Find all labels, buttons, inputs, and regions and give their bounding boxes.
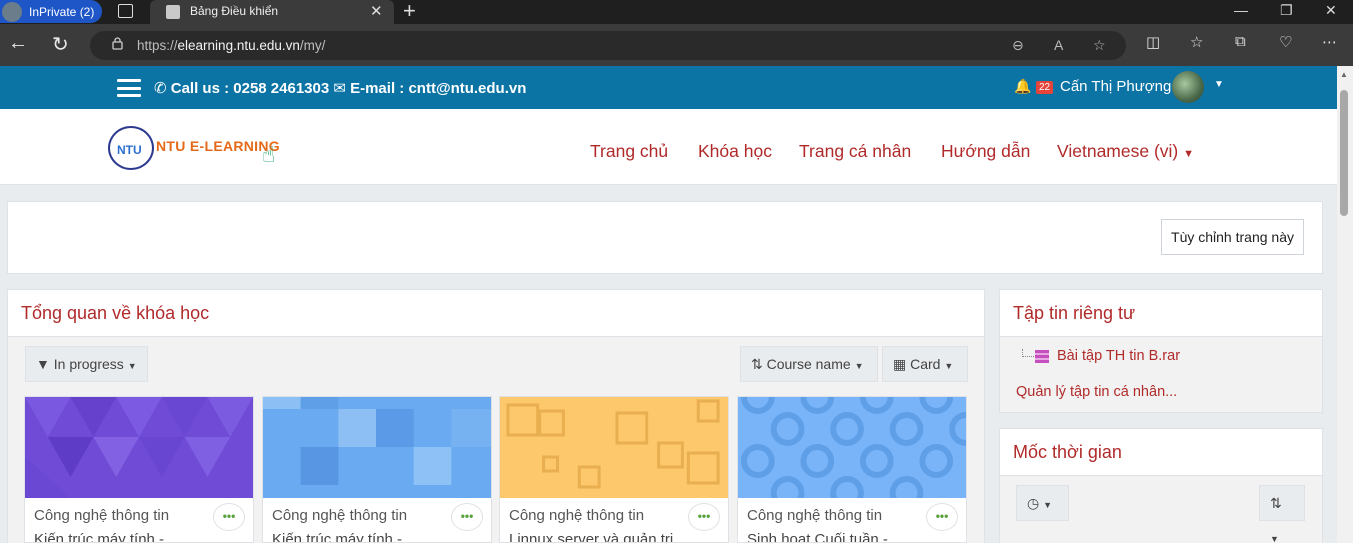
filter-caret-icon: ▼	[127, 361, 137, 371]
refresh-icon[interactable]: ↻	[52, 32, 69, 57]
inprivate-badge[interactable]: InPrivate (2)	[0, 0, 102, 23]
timeline-sort-filter[interactable]: ⇅ ▼	[1259, 485, 1305, 543]
language-caret-icon: ▼	[1183, 148, 1195, 160]
private-files-header: Tập tin riêng tư	[1000, 290, 1322, 337]
profile-avatar	[2, 1, 22, 22]
filter-dropdown[interactable]: ▼ In progress ▼	[25, 346, 148, 382]
course-name-link[interactable]: Kiến trúc máy tính -	[34, 531, 164, 542]
view-caret-icon: ▼	[944, 361, 954, 371]
timeline-day-filter[interactable]: ◷ ▼	[1016, 485, 1069, 521]
private-files-body: Bài tập TH tin B.rar Quản lý tập tin cá …	[1000, 337, 1322, 412]
course-card[interactable]: Công nghệ thông tin Sinh hoạt Cuối tuần …	[737, 396, 967, 543]
course-image	[738, 397, 966, 498]
timeline-title: Mốc thời gian	[1013, 442, 1122, 462]
course-actions-icon[interactable]: •••	[213, 503, 245, 531]
course-name-link[interactable]: Sinh hoạt Cuối tuần -	[747, 531, 888, 542]
user-name[interactable]: Cấn Thị Phượng	[1060, 78, 1171, 95]
url-field[interactable]: https://elearning.ntu.edu.vn/my/ ⊖ A ☆	[90, 31, 1126, 60]
course-name-link[interactable]: Linnux server và quản trị	[509, 531, 673, 542]
browser-tab-bar: InPrivate (2) Bảng Điều khiển ✕ + — ❐ ✕	[0, 0, 1353, 24]
nav-courses[interactable]: Khóa học	[698, 141, 772, 162]
contact-info: ✆ Call us : 0258 2461303 ✉ E-mail : cntt…	[154, 80, 527, 97]
hamburger-menu-icon[interactable]	[117, 79, 141, 97]
favorite-star-icon[interactable]: ☆	[1093, 37, 1106, 54]
collections-icon[interactable]: ⧉	[1235, 33, 1246, 50]
notification-badge: 22	[1036, 81, 1054, 94]
timeline-sort-caret-icon: ▼	[1270, 534, 1279, 543]
private-file-link[interactable]: Bài tập TH tin B.rar	[1057, 348, 1180, 364]
user-menu-caret-icon[interactable]: ▼	[1214, 79, 1224, 90]
split-screen-icon[interactable]: ◫	[1146, 33, 1160, 51]
customize-page-button[interactable]: Tùy chỉnh trang này	[1161, 219, 1304, 255]
back-icon[interactable]: ←	[8, 32, 28, 55]
course-overview-title: Tổng quan về khóa học	[21, 303, 210, 323]
more-menu-icon[interactable]: ⋯	[1322, 33, 1337, 51]
course-card[interactable]: Công nghệ thông tin Linnux server và quả…	[499, 396, 729, 543]
day-filter-caret-icon: ▼	[1043, 500, 1053, 510]
course-actions-icon[interactable]: •••	[926, 503, 958, 531]
health-icon[interactable]: ♡	[1279, 33, 1292, 51]
course-category: Công nghệ thông tin	[34, 507, 170, 524]
private-files-block: Tập tin riêng tư Bài tập TH tin B.rar Qu…	[999, 289, 1323, 413]
inprivate-label: InPrivate (2)	[29, 4, 95, 19]
scrollbar-thumb[interactable]	[1340, 90, 1348, 216]
favorites-icon[interactable]: ☆	[1190, 33, 1203, 51]
grid-icon: ▦	[893, 356, 911, 372]
private-files-title: Tập tin riêng tư	[1013, 303, 1136, 323]
main-navbar: NTU NTU E-LEARNING ☝ Trang chủ Khóa học …	[0, 109, 1337, 185]
sort-caret-icon: ▼	[854, 361, 864, 371]
course-card[interactable]: Công nghệ thông tin Kiến trúc máy tính -…	[24, 396, 254, 543]
tab-close-icon[interactable]: ✕	[370, 2, 383, 20]
clock-icon: ◷	[1027, 495, 1040, 511]
manage-files-link[interactable]: Quản lý tập tin cá nhân...	[1016, 384, 1177, 400]
lock-icon	[112, 37, 123, 50]
course-name-link[interactable]: Kiến trúc máy tính -	[272, 531, 402, 542]
tab-actions-icon[interactable]	[118, 4, 133, 18]
site-top-bar: ✆ Call us : 0258 2461303 ✉ E-mail : cntt…	[0, 66, 1337, 109]
restore-icon[interactable]: ❐	[1280, 2, 1293, 19]
nav-guide[interactable]: Hướng dẫn	[941, 141, 1030, 162]
user-avatar[interactable]	[1172, 71, 1204, 103]
minimize-icon[interactable]: —	[1234, 2, 1248, 18]
new-tab-icon[interactable]: +	[403, 0, 416, 24]
course-image	[263, 397, 491, 498]
course-overview-header: Tổng quan về khóa học	[8, 290, 984, 337]
url-text: https://elearning.ntu.edu.vn/my/	[137, 38, 326, 53]
nav-profile[interactable]: Trang cá nhân	[799, 141, 911, 162]
filter-icon: ▼	[36, 356, 54, 372]
browser-address-bar: ← ↻ https://elearning.ntu.edu.vn/my/ ⊖ A…	[0, 24, 1353, 66]
tree-connector	[1022, 349, 1034, 357]
course-image	[500, 397, 728, 498]
browser-tab-active[interactable]: Bảng Điều khiển ✕	[150, 0, 394, 24]
nav-language[interactable]: Vietnamese (vi) ▼	[1057, 141, 1194, 162]
page-header-card	[7, 201, 1323, 274]
timeline-sort-icon: ⇅	[1270, 495, 1282, 511]
course-category: Công nghệ thông tin	[509, 507, 645, 524]
nav-home[interactable]: Trang chủ	[590, 141, 668, 162]
course-category: Công nghệ thông tin	[272, 507, 408, 524]
tab-title: Bảng Điều khiển	[190, 4, 279, 18]
scroll-up-icon[interactable]: ▲	[1340, 70, 1348, 79]
zoom-icon[interactable]: ⊖	[1012, 37, 1024, 54]
timeline-header: Mốc thời gian	[1000, 429, 1322, 476]
tab-favicon-icon	[166, 5, 180, 19]
sort-icon: ⇅	[751, 356, 767, 372]
course-image	[25, 397, 253, 498]
sort-dropdown[interactable]: ⇅ Course name ▼	[740, 346, 878, 382]
view-dropdown[interactable]: ▦ Card ▼	[882, 346, 968, 382]
ntu-logo[interactable]: NTU	[108, 126, 154, 170]
page-scrollbar[interactable]: ▲	[1337, 66, 1353, 543]
close-window-icon[interactable]: ✕	[1325, 2, 1337, 19]
phone-icon: ✆	[154, 80, 171, 97]
course-card[interactable]: Công nghệ thông tin Kiến trúc máy tính -…	[262, 396, 492, 543]
pointing-hand-icon: ☝	[262, 142, 276, 167]
course-actions-icon[interactable]: •••	[451, 503, 483, 531]
archive-file-icon	[1035, 350, 1049, 363]
course-actions-icon[interactable]: •••	[688, 503, 720, 531]
read-aloud-icon[interactable]: A	[1054, 37, 1063, 53]
bell-icon[interactable]: 🔔	[1014, 78, 1031, 95]
course-category: Công nghệ thông tin	[747, 507, 883, 524]
